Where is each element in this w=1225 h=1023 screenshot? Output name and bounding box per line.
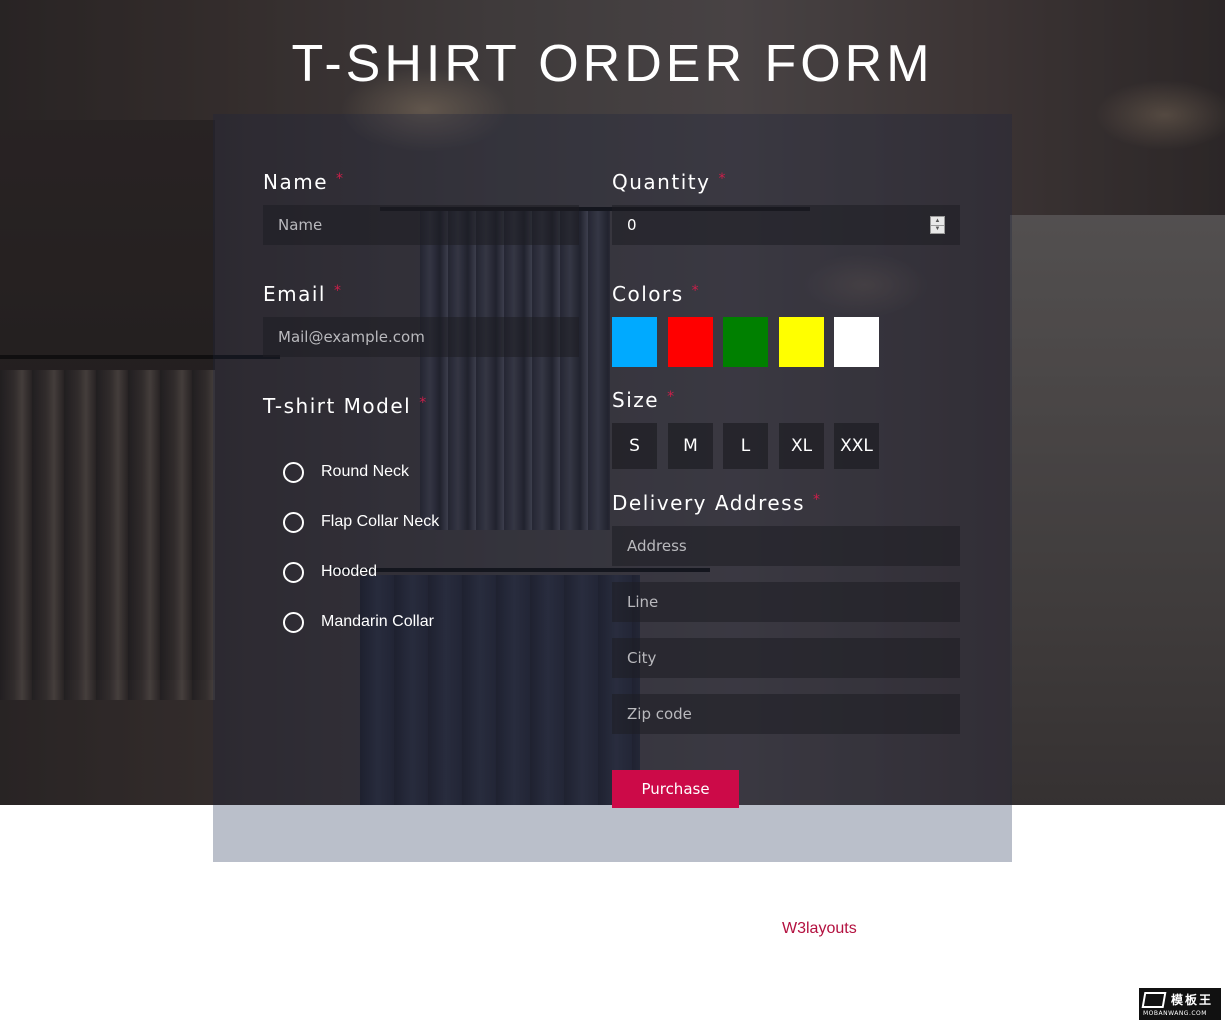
address-input[interactable] [612,526,960,566]
colors-label-text: Colors [612,282,684,306]
size-option-xl[interactable]: XL [779,423,824,469]
watermark-badge[interactable]: 模板王 MOBANWANG.COM [1139,988,1221,1020]
model-option-mandarin-collar[interactable]: Mandarin Collar [283,609,434,635]
panel-lower-strip [213,805,1012,862]
color-swatch-yellow[interactable] [779,317,824,367]
required-mark: * [336,171,345,187]
quantity-label-text: Quantity [612,170,711,194]
size-option-m[interactable]: M [668,423,713,469]
size-label-text: Size [612,388,660,412]
required-mark: * [419,395,428,411]
required-mark: * [813,492,822,508]
model-option-label: Hooded [321,563,378,580]
quantity-label: Quantity * [612,170,727,194]
address-label-text: Delivery Address [612,491,806,515]
radio-button[interactable] [283,511,304,533]
model-label-text: T-shirt Model [263,394,412,418]
model-option-label: Flap Collar Neck [321,513,440,530]
color-swatch-red[interactable] [668,317,713,367]
quantity-stepper[interactable]: 0 ▲ ▼ [612,205,960,245]
model-option-flap-collar-neck[interactable]: Flap Collar Neck [283,509,439,535]
model-option-label: Round Neck [321,463,410,480]
color-swatch-green[interactable] [723,317,768,367]
radio-button[interactable] [283,461,304,483]
purchase-button[interactable]: Purchase [612,770,739,808]
model-option-hooded[interactable]: Hooded [283,559,377,585]
city-input[interactable] [612,638,960,678]
size-option-xxl[interactable]: XXL [834,423,879,469]
zip-code-input[interactable] [612,694,960,734]
model-option-label: Mandarin Collar [321,613,434,630]
address-label: Delivery Address * [612,491,822,515]
page-title: T-SHIRT ORDER FORM [291,35,934,93]
color-swatch-blue[interactable] [612,317,657,367]
email-label-text: Email [263,282,326,306]
required-mark: * [667,389,676,405]
radio-button[interactable] [283,561,304,583]
colors-label: Colors * [612,282,700,306]
spin-down-icon[interactable]: ▼ [931,225,944,233]
name-label: Name * [263,170,345,194]
watermark-logo-icon [1141,992,1167,1008]
size-option-l[interactable]: L [723,423,768,469]
model-option-round-neck[interactable]: Round Neck [283,459,409,485]
name-label-text: Name [263,170,329,194]
watermark-main-text: 模板王 [1171,993,1214,1007]
size-option-s[interactable]: S [612,423,657,469]
required-mark: * [334,283,343,299]
size-label: Size * [612,388,676,412]
address-line-input[interactable] [612,582,960,622]
email-input[interactable] [263,317,579,357]
required-mark: * [718,171,727,187]
color-swatch-white[interactable] [834,317,879,367]
email-label: Email * [263,282,343,306]
footer-credit-link[interactable]: W3layouts [782,920,857,938]
quantity-spinner[interactable]: ▲ ▼ [930,216,945,234]
required-mark: * [691,283,701,299]
quantity-value[interactable]: 0 [627,216,637,234]
radio-button[interactable] [283,611,304,633]
order-page: T-SHIRT ORDER FORM Name * Email * T-shirt … [0,0,1225,1023]
watermark-sub-text: MOBANWANG.COM [1143,1010,1207,1017]
model-label: T-shirt Model * [263,394,428,418]
name-input[interactable] [263,205,579,245]
